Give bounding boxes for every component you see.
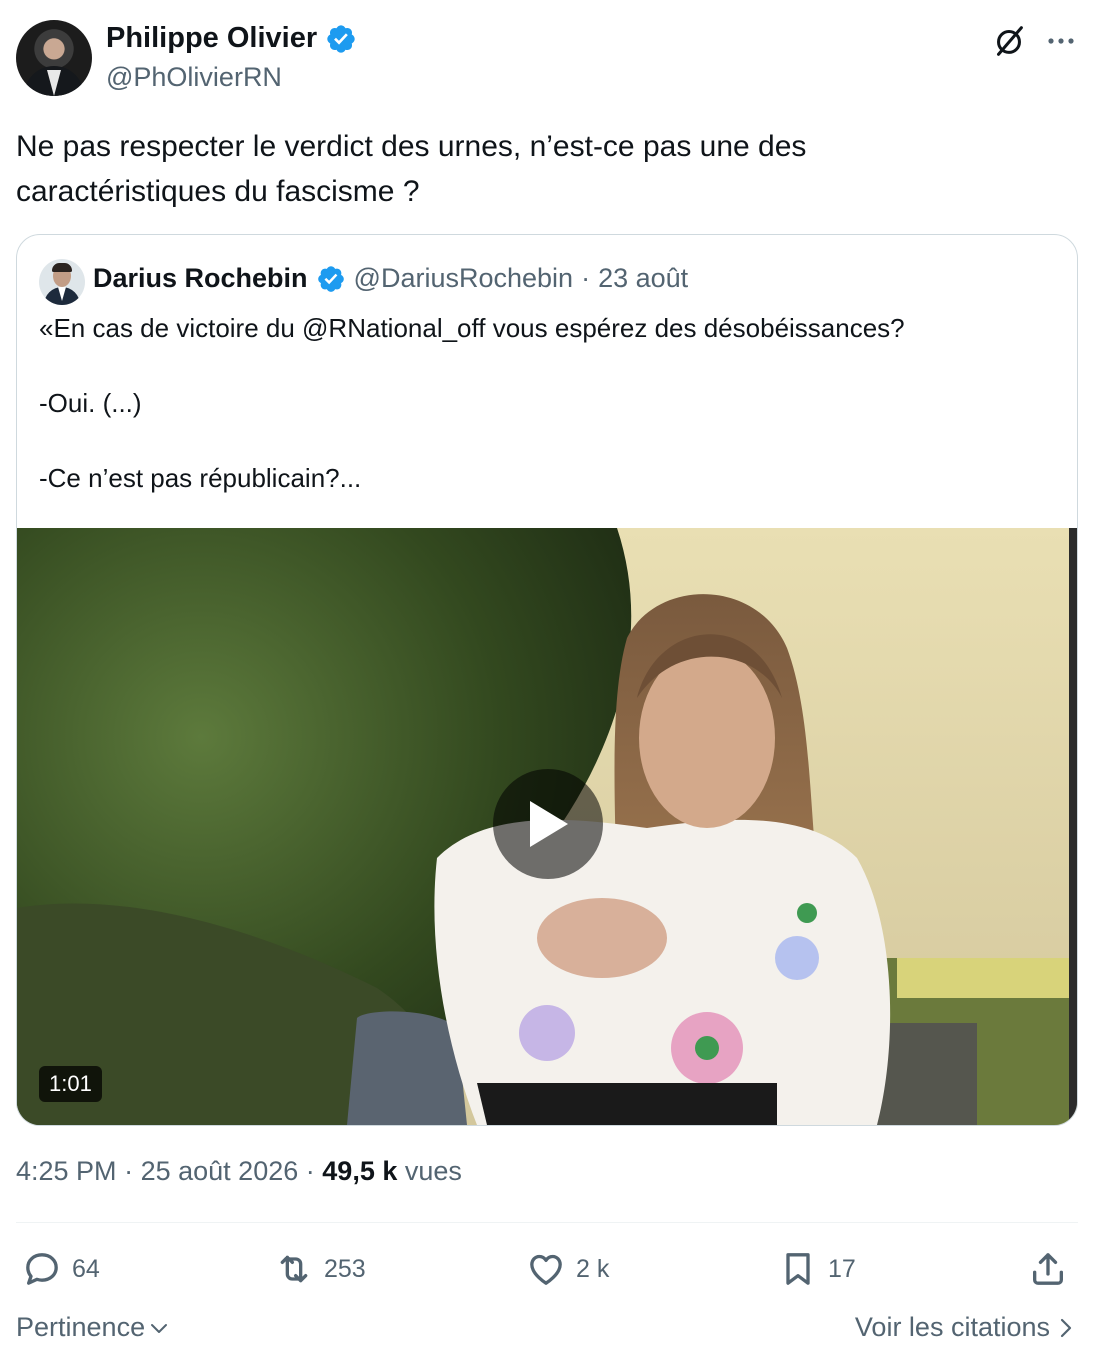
repost-icon — [280, 1255, 308, 1283]
repost-button[interactable]: 253 — [274, 1244, 366, 1294]
author-avatar[interactable] — [16, 20, 92, 96]
tweet-time[interactable]: 4:25 PM — [16, 1156, 117, 1186]
bookmark-count: 17 — [828, 1254, 856, 1283]
repost-count: 253 — [324, 1254, 366, 1283]
video-player[interactable]: 1:01 — [17, 528, 1077, 1125]
sort-label: Pertinence — [16, 1312, 146, 1342]
quoted-author-handle[interactable]: @DariusRochebin — [354, 263, 574, 294]
like-count: 2 k — [576, 1254, 610, 1283]
separator-dot: · — [305, 1156, 315, 1186]
more-icon[interactable] — [1044, 24, 1078, 58]
chevron-down-icon — [151, 1323, 168, 1333]
chevron-right-icon — [1060, 1318, 1072, 1337]
share-icon — [1033, 1253, 1063, 1285]
verified-badge-icon — [327, 24, 355, 53]
quoted-text-line: -Ce n’est pas républicain?... — [39, 463, 362, 493]
tweet-text-line: Ne pas respecter le verdict des urnes, n… — [16, 130, 807, 163]
view-quotes-link[interactable]: Voir les citations — [855, 1312, 1076, 1343]
like-icon — [530, 1254, 562, 1285]
separator-dot: · — [124, 1156, 134, 1186]
quoted-author-name[interactable]: Darius Rochebin — [93, 263, 308, 294]
view-quotes-label: Voir les citations — [854, 1312, 1050, 1342]
reply-icon — [26, 1253, 58, 1285]
tweet-date[interactable]: 25 août 2026 — [141, 1156, 299, 1186]
quoted-header: Darius Rochebin @DariusRochebin · 23 aoû… — [93, 263, 688, 294]
quoted-author-avatar[interactable] — [39, 259, 85, 305]
author-name-row[interactable]: Philippe Olivier — [106, 22, 357, 55]
verified-badge-icon — [317, 265, 344, 292]
quoted-text-line: -Oui. (...) — [39, 388, 142, 418]
quoted-tweet-card[interactable]: Darius Rochebin @DariusRochebin · 23 aoû… — [16, 234, 1078, 1126]
views-label: vues — [404, 1156, 462, 1186]
reply-count: 64 — [72, 1254, 100, 1283]
author-name[interactable]: Philippe Olivier — [106, 22, 317, 55]
tweet-text-line: caractéristiques du fascisme ? — [16, 175, 420, 208]
play-button[interactable] — [493, 769, 603, 879]
video-duration: 1:01 — [39, 1066, 102, 1102]
share-button[interactable] — [1028, 1244, 1068, 1294]
author-handle[interactable]: @PhOlivierRN — [106, 62, 282, 93]
reply-button[interactable]: 64 — [22, 1244, 100, 1294]
quoted-date: 23 août — [598, 263, 689, 293]
separator-dot: · — [581, 263, 591, 293]
bookmark-icon — [786, 1253, 810, 1285]
divider — [16, 1222, 1078, 1223]
bookmark-button[interactable]: 17 — [778, 1244, 856, 1294]
tweet-text: Ne pas respecter le verdict des urnes, n… — [16, 124, 1076, 214]
views-count: 49,5 k — [322, 1156, 398, 1186]
sort-dropdown[interactable]: Pertinence — [16, 1312, 171, 1343]
play-icon — [530, 801, 568, 847]
like-button[interactable]: 2 k — [526, 1244, 609, 1294]
quoted-text-line: «En cas de victoire du @RNational_off vo… — [39, 313, 905, 343]
tweet-meta: 4:25 PM · 25 août 2026 · 49,5 k vues — [16, 1156, 462, 1187]
grok-icon[interactable] — [990, 22, 1028, 60]
